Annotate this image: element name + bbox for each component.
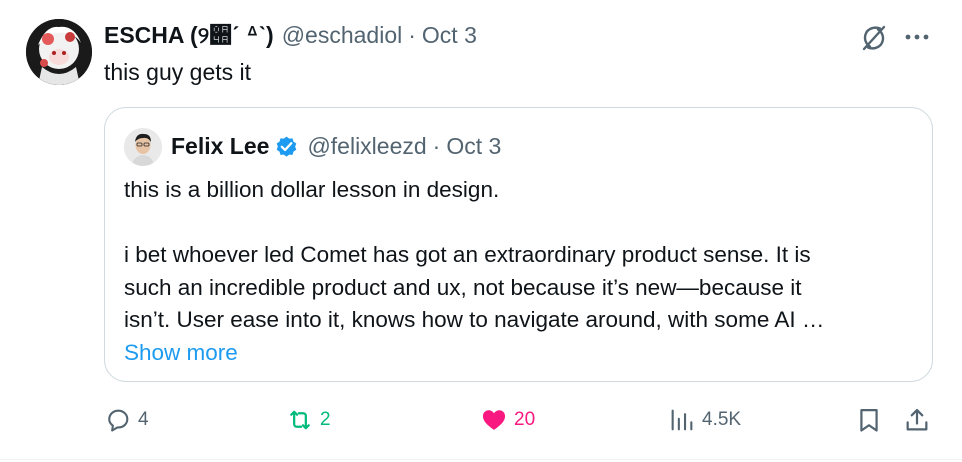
action-bar: 4 2 20 4.5K: [0, 400, 962, 440]
divider: [0, 459, 962, 460]
tweet-date[interactable]: Oct 3: [422, 22, 477, 49]
quoted-tweet-date[interactable]: Oct 3: [446, 133, 501, 160]
reply-count: 4: [138, 409, 149, 430]
quoted-text-line: such an incredible product and ux, not b…: [124, 274, 802, 300]
repost-count: 2: [320, 409, 331, 430]
show-more-link[interactable]: Show more: [124, 337, 924, 370]
tweet-header: ESCHA (୨੊ˊ ᐞˋ) @eschadiol · Oct 3: [104, 22, 477, 49]
repost-icon: [290, 410, 310, 430]
avatar-image: [26, 19, 92, 85]
tweet[interactable]: ESCHA (୨੊ˊ ᐞˋ) @eschadiol · Oct 3 this g…: [0, 0, 962, 462]
quoted-author-avatar[interactable]: [124, 128, 162, 166]
bookmark-button[interactable]: [855, 400, 883, 440]
views-icon: [671, 409, 693, 431]
quoted-tweet[interactable]: Felix Lee @felixleezd · Oct 3 this is a …: [104, 107, 933, 382]
share-icon: [906, 408, 928, 431]
more-options-icon[interactable]: [902, 22, 932, 52]
repost-button[interactable]: 2: [286, 400, 331, 440]
quoted-author-handle[interactable]: @felixleezd: [307, 133, 426, 160]
separator-dot: ·: [408, 22, 416, 48]
quoted-tweet-header: Felix Lee @felixleezd · Oct 3: [171, 133, 501, 160]
quoted-avatar-image: [124, 128, 162, 166]
views-count: 4.5K: [702, 409, 742, 430]
quoted-text-line: isn’t. User ease into it, knows how to n…: [124, 307, 825, 332]
reply-icon: [108, 409, 129, 432]
views-button[interactable]: 4.5K: [668, 400, 741, 440]
avatar[interactable]: [26, 19, 92, 85]
quoted-separator-dot: ·: [432, 133, 441, 159]
bookmark-icon: [860, 408, 878, 432]
quoted-tweet-text: this is a billion dollar lesson in desig…: [124, 174, 924, 369]
quoted-text-line: this is a billion dollar lesson in desig…: [124, 177, 500, 202]
heart-icon: [482, 410, 506, 430]
verified-badge-icon: [277, 136, 297, 157]
reply-button[interactable]: 4: [104, 400, 149, 440]
quoted-text-line: i bet whoever led Comet has got an extra…: [124, 242, 811, 267]
author-handle[interactable]: @eschadiol: [282, 22, 403, 49]
like-button[interactable]: 20: [480, 400, 535, 440]
like-count: 20: [514, 409, 536, 430]
author-name[interactable]: ESCHA (୨੊ˊ ᐞˋ): [104, 22, 274, 49]
grok-icon[interactable]: [858, 22, 890, 54]
share-button[interactable]: [903, 400, 931, 440]
quoted-author-name[interactable]: Felix Lee: [171, 133, 269, 160]
tweet-text: this guy gets it: [104, 59, 252, 85]
